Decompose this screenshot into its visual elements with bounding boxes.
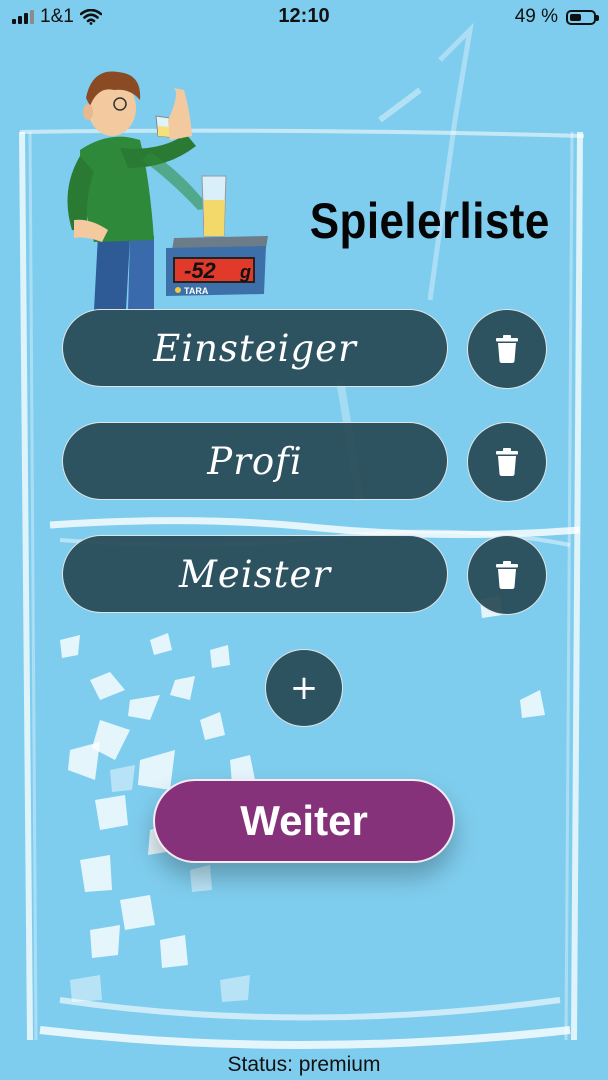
subscription-status: Status: premium bbox=[227, 1053, 381, 1076]
delete-player-button[interactable] bbox=[467, 535, 547, 615]
next-button[interactable]: Weiter bbox=[153, 779, 455, 863]
player-name-button[interactable]: Einsteiger bbox=[62, 309, 448, 387]
delete-player-button[interactable] bbox=[467, 309, 547, 389]
player-row: Profi bbox=[62, 422, 548, 502]
battery-percent: 49 % bbox=[514, 6, 558, 27]
trash-icon bbox=[496, 335, 518, 363]
add-player-button[interactable]: + bbox=[265, 649, 343, 727]
battery-icon bbox=[566, 9, 599, 25]
scale-tare-label: TARA bbox=[184, 286, 209, 296]
plus-icon: + bbox=[289, 668, 319, 708]
delete-player-button[interactable] bbox=[467, 422, 547, 502]
player-row: Meister bbox=[62, 535, 548, 615]
player-name-button[interactable]: Profi bbox=[62, 422, 448, 500]
status-bar-right: 49 % bbox=[514, 6, 599, 28]
player-name-button[interactable]: Meister bbox=[62, 535, 448, 613]
status-bar: 1&1 12:10 49 % bbox=[0, 0, 608, 34]
trash-icon bbox=[496, 448, 518, 476]
scale-display-unit: g bbox=[239, 262, 251, 282]
player-row: Einsteiger bbox=[62, 309, 548, 389]
drinker-scale-illustration: -52 g TARA bbox=[67, 71, 268, 310]
battery-level bbox=[570, 13, 581, 21]
scale-display-value: -52 bbox=[184, 258, 217, 283]
trash-icon bbox=[496, 561, 518, 589]
page-title: Spielerliste bbox=[309, 192, 550, 249]
